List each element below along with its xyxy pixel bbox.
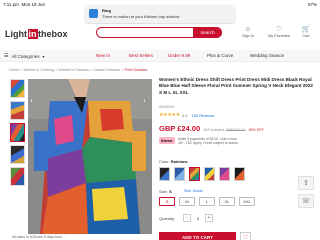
thumbnail-4[interactable] xyxy=(10,145,25,164)
category-nav: ☰ All Categories ▾ New In Best Sellers U… xyxy=(0,50,320,62)
color-swatch-6[interactable] xyxy=(234,167,245,181)
nav-wedding-season[interactable]: Wedding Season xyxy=(250,53,284,58)
quantity-decrease-button[interactable]: − xyxy=(183,214,191,222)
thumbnail-5[interactable] xyxy=(10,167,25,186)
customer-service-button[interactable]: ☏ xyxy=(298,194,314,208)
size-option-s[interactable]: S xyxy=(159,197,175,206)
size-option-m[interactable]: M xyxy=(179,197,195,206)
klarna-info: Make 3 payments of £8.00. Learn more 18+… xyxy=(178,137,239,146)
cart-button[interactable]: 🛒 Cart xyxy=(296,25,316,43)
add-to-cart-button[interactable]: ADD TO CART xyxy=(159,232,236,240)
color-swatch-4[interactable] xyxy=(204,167,215,181)
menu-icon: ☰ xyxy=(4,53,9,59)
site-header: Light in the box Search ☺ Sign In ♡ My Favo… xyxy=(0,20,320,48)
quantity-increase-button[interactable]: + xyxy=(205,214,213,222)
notification-app-name: Ring xyxy=(102,8,111,13)
size-option-xxl[interactable]: XXL xyxy=(239,197,255,206)
gallery-caption: All sales in USA are 5 days from ... xyxy=(12,235,66,239)
thumbnail-1[interactable] xyxy=(10,79,25,98)
search-button[interactable]: Search xyxy=(193,27,222,38)
thumbnail-3[interactable] xyxy=(10,123,25,142)
size-label: Size: S xyxy=(159,189,172,194)
klarna-badge: Klarna. xyxy=(159,137,175,144)
favorites-button[interactable]: ♡ My Favorites xyxy=(266,25,292,43)
color-swatch-rainbow[interactable] xyxy=(189,167,200,181)
user-icon: ☺ xyxy=(244,26,252,33)
color-swatches xyxy=(159,167,249,181)
headset-icon: ☏ xyxy=(301,198,311,205)
heart-icon: ♡ xyxy=(275,26,283,33)
product-sku: #8268045 xyxy=(159,105,175,109)
nav-best-sellers[interactable]: Best Sellers xyxy=(129,53,153,58)
cart-icon: 🛒 xyxy=(301,26,311,33)
breadcrumb[interactable]: Home > Women's Clothing > Women's Dresse… xyxy=(9,68,147,72)
chevron-down-icon: ▾ xyxy=(42,53,45,59)
battery-level: 67% xyxy=(307,2,317,7)
status-time: 7:11 pm Mon 19 Jun xyxy=(3,2,45,7)
nav-plus-curve[interactable]: Plus & Curve xyxy=(207,53,233,58)
product-main-image[interactable] xyxy=(28,79,152,234)
thumbnail-list xyxy=(10,79,26,189)
notification-banner[interactable]: Ring There is motion at your Kitchen bay… xyxy=(85,5,235,23)
nav-new-in[interactable]: New In xyxy=(96,53,110,58)
size-option-l[interactable]: L xyxy=(199,197,215,206)
discount-badge: 28% OFF xyxy=(248,128,264,132)
sign-in-button[interactable]: ☺ Sign In xyxy=(238,25,258,43)
quantity-label: Quantity: xyxy=(159,216,176,221)
color-label: Color: Rainbow xyxy=(159,159,188,164)
next-image-arrow-icon[interactable]: › xyxy=(143,95,146,105)
notification-message: There is motion at your Kitchen bay wind… xyxy=(102,14,180,19)
color-swatch-2[interactable] xyxy=(174,167,185,181)
nav-under-9-99[interactable]: Under 9.99 xyxy=(168,53,190,58)
star-rating-icon: ★★★★★ xyxy=(159,112,180,118)
reviews-link[interactable]: 162 Reviews xyxy=(191,113,214,118)
thumbnail-2[interactable] xyxy=(10,101,25,120)
product-title: Women's Ethnic Dress Shift Dress Print D… xyxy=(159,77,313,95)
size-option-xl[interactable]: XL xyxy=(219,197,235,206)
previous-image-arrow-icon[interactable]: ‹ xyxy=(30,95,33,105)
quantity-value[interactable]: 1 xyxy=(192,214,204,222)
price-block: GBP £24.00 VAT included GBP £33.15 28% O… xyxy=(159,124,264,133)
rating-value: 4.9 xyxy=(181,112,188,118)
color-swatch-1[interactable] xyxy=(159,167,170,181)
back-to-top-button[interactable]: ⇧ xyxy=(298,176,314,190)
size-options: S M L XL XXL xyxy=(159,197,259,206)
product-rating[interactable]: ★★★★★ 4.9 162 Reviews xyxy=(159,112,214,118)
original-price: GBP £33.15 xyxy=(225,128,246,132)
ring-app-icon xyxy=(89,9,98,18)
arrow-up-icon: ⇧ xyxy=(303,180,309,187)
site-logo[interactable]: Light in the box xyxy=(5,27,68,40)
heart-icon: ♡ xyxy=(242,234,249,240)
vat-note: VAT included xyxy=(203,128,224,132)
size-guide-link[interactable]: Size Guide xyxy=(184,189,203,193)
add-to-favorites-button[interactable]: ♡ xyxy=(240,232,251,240)
current-price: GBP £24.00 xyxy=(159,124,201,133)
all-categories-menu[interactable]: ☰ All Categories ▾ xyxy=(4,52,70,60)
color-swatch-5[interactable] xyxy=(219,167,230,181)
